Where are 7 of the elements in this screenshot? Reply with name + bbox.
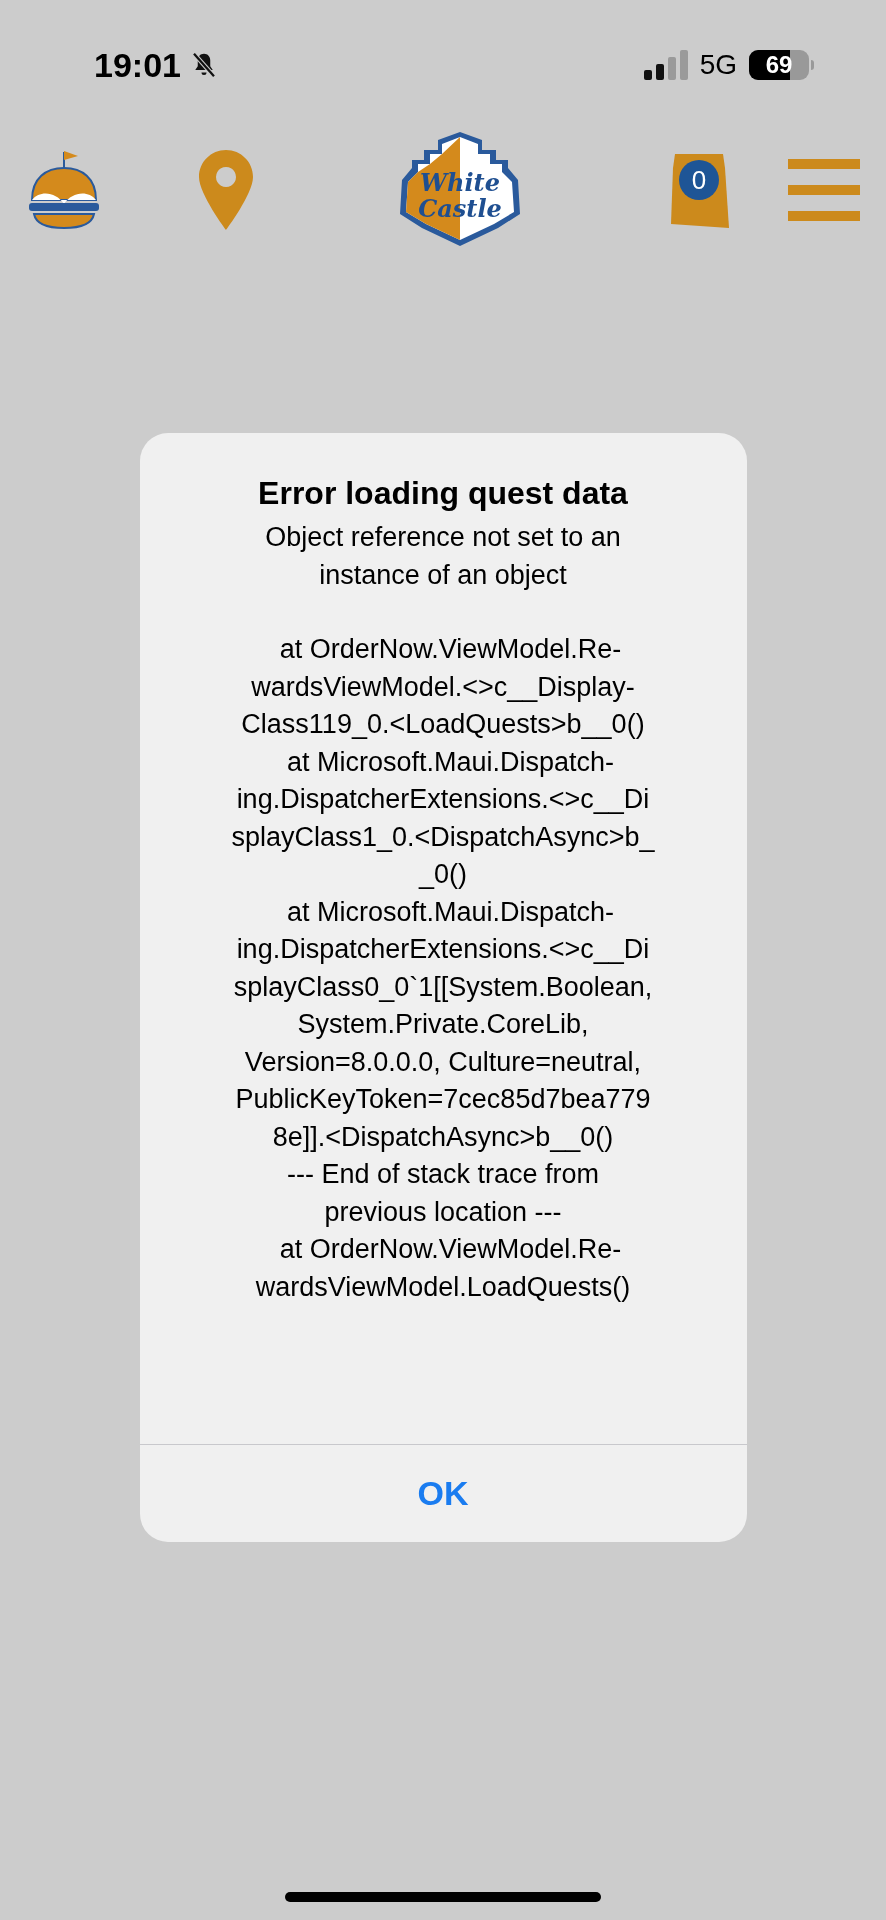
ok-button[interactable]: OK bbox=[139, 1445, 747, 1542]
stack-trace-text: at OrderNow.ViewModel.Re- wardsViewModel.<>c__Display- Class119_0.<LoadQuests>b__0() at Microsoft.Maui.Dispatch- ing.DispatcherExtensions.<>c__Di splayClass1_0.<DispatchAsync>b_ _0() at Microsoft.Maui.Dispatch- ing.DispatcherExtensions.<>c__Di splayClass0_0`1[[System.Boolean, System.Private.CoreLib, Version=8.0.0.0, Culture=neutral, PublicKeyToken=7cec85d7bea779 8e]].<DispatchAsync>b__0() --- End of stack trace from previous location --- at OrderNow.ViewModel.Re- wardsViewModel.LoadQuests() bbox=[231, 633, 655, 1304]
alert-title: Error loading quest data bbox=[258, 474, 628, 513]
logo-text: White Castle bbox=[417, 170, 503, 222]
network-label: 5G bbox=[699, 48, 737, 82]
status-time: 19:01 bbox=[94, 44, 181, 86]
alert-message: Object reference not set to an instance of an object bbox=[265, 521, 621, 592]
